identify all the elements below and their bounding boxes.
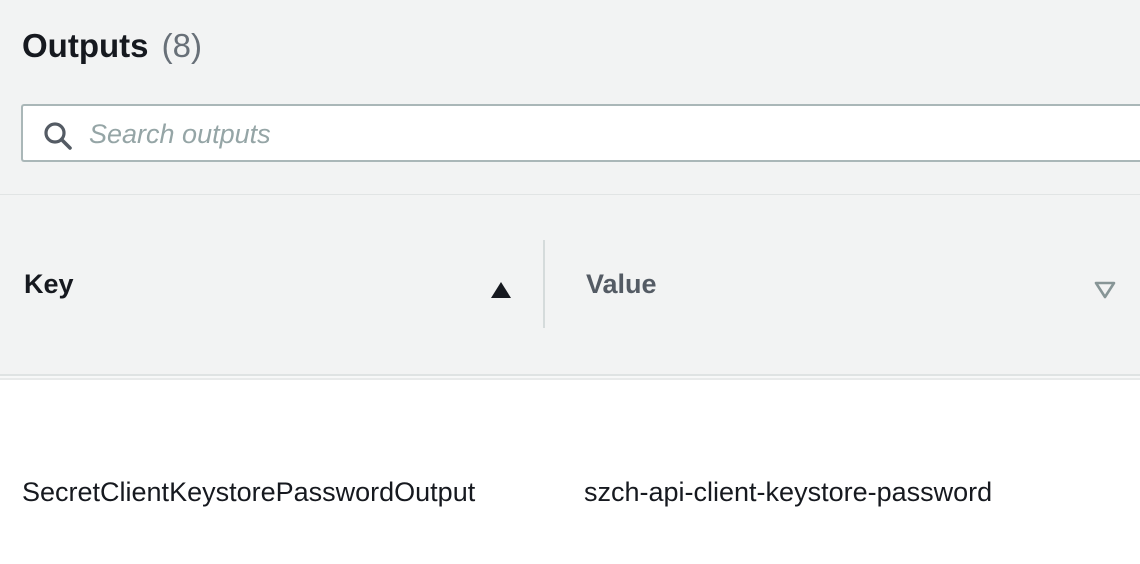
search-icon: [43, 121, 73, 151]
column-divider[interactable]: [543, 240, 545, 328]
search-input[interactable]: [89, 115, 1089, 153]
sort-descending-outline-icon[interactable]: [1094, 275, 1116, 299]
column-header-value[interactable]: Value: [586, 240, 1116, 328]
search-box[interactable]: [21, 104, 1140, 162]
sort-ascending-icon[interactable]: [490, 275, 512, 298]
outputs-panel: Outputs (8) Key Value: [0, 0, 1140, 564]
table-header-area: Outputs (8) Key Value: [0, 0, 1140, 378]
column-header-value-label: Value: [586, 268, 657, 299]
table-row: SecretClientKeystorePasswordOutput szch-…: [0, 380, 1140, 564]
divider: [0, 194, 1140, 195]
column-header-key[interactable]: Key: [24, 240, 512, 328]
cell-key: SecretClientKeystorePasswordOutput: [22, 477, 476, 507]
column-header-key-label: Key: [24, 268, 74, 299]
cell-value: szch-api-client-keystore-password: [584, 477, 993, 507]
page-title: Outputs (8): [22, 26, 202, 66]
output-count: (8): [161, 27, 202, 64]
title-label: Outputs: [22, 27, 149, 64]
